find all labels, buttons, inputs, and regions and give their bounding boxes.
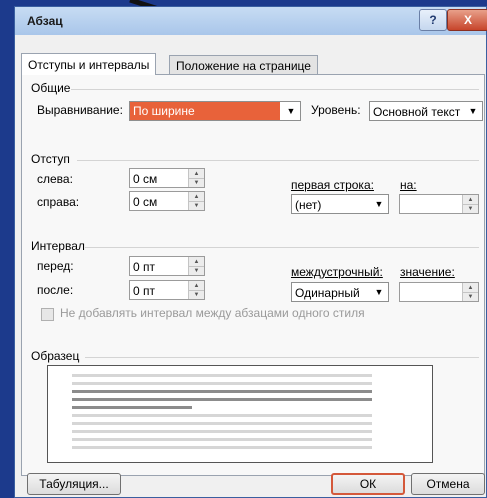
cancel-button[interactable]: Отмена [411,473,485,495]
divider [85,357,479,358]
preview-line [72,438,372,441]
tabs-button[interactable]: Табуляция... [27,473,121,495]
spacing-before-label: перед: [37,259,74,273]
preview-line [72,374,372,377]
alignment-select[interactable]: По ширине ▼ [129,101,301,121]
indent-left-label: слева: [37,172,73,186]
close-button[interactable]: X [447,9,487,31]
dialog-title: Абзац [27,14,63,28]
preview-line [72,406,192,409]
indent-section-label: Отступ [31,152,70,166]
tab-label: Отступы и интервалы [28,57,150,72]
tab-indents-spacing[interactable]: Отступы и интервалы [21,53,157,75]
spin-down-icon[interactable]: ▼ [188,266,204,275]
tab-line-page-breaks[interactable]: Положение на странице [169,55,318,75]
spacing-after-label: после: [37,283,74,297]
close-icon: X [463,13,472,27]
help-button[interactable]: ? [419,9,447,31]
by-spinner[interactable]: ▲ ▼ [399,194,479,214]
spacing-before-spinner[interactable]: 0 пт ▲ ▼ [129,256,205,276]
spacing-section-label: Интервал [31,239,85,253]
preview-line [72,398,372,401]
by-label: на: [400,178,417,192]
tab-label: Положение на странице [176,58,311,73]
tabs-button-label: Табуляция... [39,477,109,491]
spin-up-icon[interactable]: ▲ [188,257,204,266]
preview-line [72,382,372,385]
spin-up-icon[interactable]: ▲ [462,195,478,204]
indent-left-spinner[interactable]: 0 см ▲ ▼ [129,168,205,188]
spacing-after-spinner[interactable]: 0 пт ▲ ▼ [129,280,205,300]
preview-line [72,422,372,425]
level-select[interactable]: Основной текст ▼ [369,101,483,121]
alignment-value: По ширине [130,102,280,120]
spin-down-icon[interactable]: ▼ [188,290,204,299]
spin-up-icon[interactable]: ▲ [188,192,204,201]
general-section-label: Общие [31,81,71,95]
preview-text-lines [72,374,372,449]
spin-down-icon[interactable]: ▼ [462,204,478,213]
spin-up-icon[interactable]: ▲ [462,283,478,292]
at-spinner[interactable]: ▲ ▼ [399,282,479,302]
indent-right-label: справа: [37,195,80,209]
alignment-label: Выравнивание: [37,103,123,117]
divider [71,89,479,90]
first-line-label: первая строка: [291,178,374,192]
chevron-down-icon: ▼ [468,106,478,116]
preview-line [72,390,372,393]
ok-button[interactable]: ОК [331,473,405,495]
level-label: Уровень: [311,103,361,117]
no-space-checkbox-label: Не добавлять интервал между абзацами одн… [60,306,365,320]
preview-line [72,446,372,449]
preview-box [47,365,433,463]
no-space-checkbox[interactable] [41,308,54,321]
spin-up-icon[interactable]: ▲ [188,169,204,178]
title-bar: Абзац ? X [15,7,487,35]
spin-down-icon[interactable]: ▼ [188,201,204,210]
spin-down-icon[interactable]: ▼ [462,292,478,301]
paragraph-dialog: Абзац ? X Отступы и интервалы Положение … [14,6,487,498]
at-label: значение: [400,265,455,279]
indent-right-value: 0 см [133,195,158,209]
first-line-value: (нет) [295,198,322,212]
divider [77,160,479,161]
spacing-after-value: 0 пт [133,284,156,298]
ok-button-label: ОК [359,477,377,491]
line-spacing-label: междустрочный: [291,265,383,279]
preview-section-label: Образец [31,349,80,363]
first-line-select[interactable]: (нет) ▼ [291,194,389,214]
chevron-down-icon: ▼ [374,287,384,297]
spacing-before-value: 0 пт [133,260,156,274]
spin-down-icon[interactable]: ▼ [188,178,204,187]
spin-up-icon[interactable]: ▲ [188,281,204,290]
line-spacing-select[interactable]: Одинарный ▼ [291,282,389,302]
cancel-button-label: Отмена [426,477,470,491]
chevron-down-icon: ▼ [374,199,384,209]
line-spacing-value: Одинарный [295,286,360,300]
indent-right-spinner[interactable]: 0 см ▲ ▼ [129,191,205,211]
level-value: Основной текст [373,105,461,119]
preview-line [72,430,372,433]
chevron-down-icon: ▼ [286,106,296,116]
help-icon: ? [429,13,437,27]
indent-left-value: 0 см [133,172,158,186]
preview-line [72,414,372,417]
divider [85,247,479,248]
